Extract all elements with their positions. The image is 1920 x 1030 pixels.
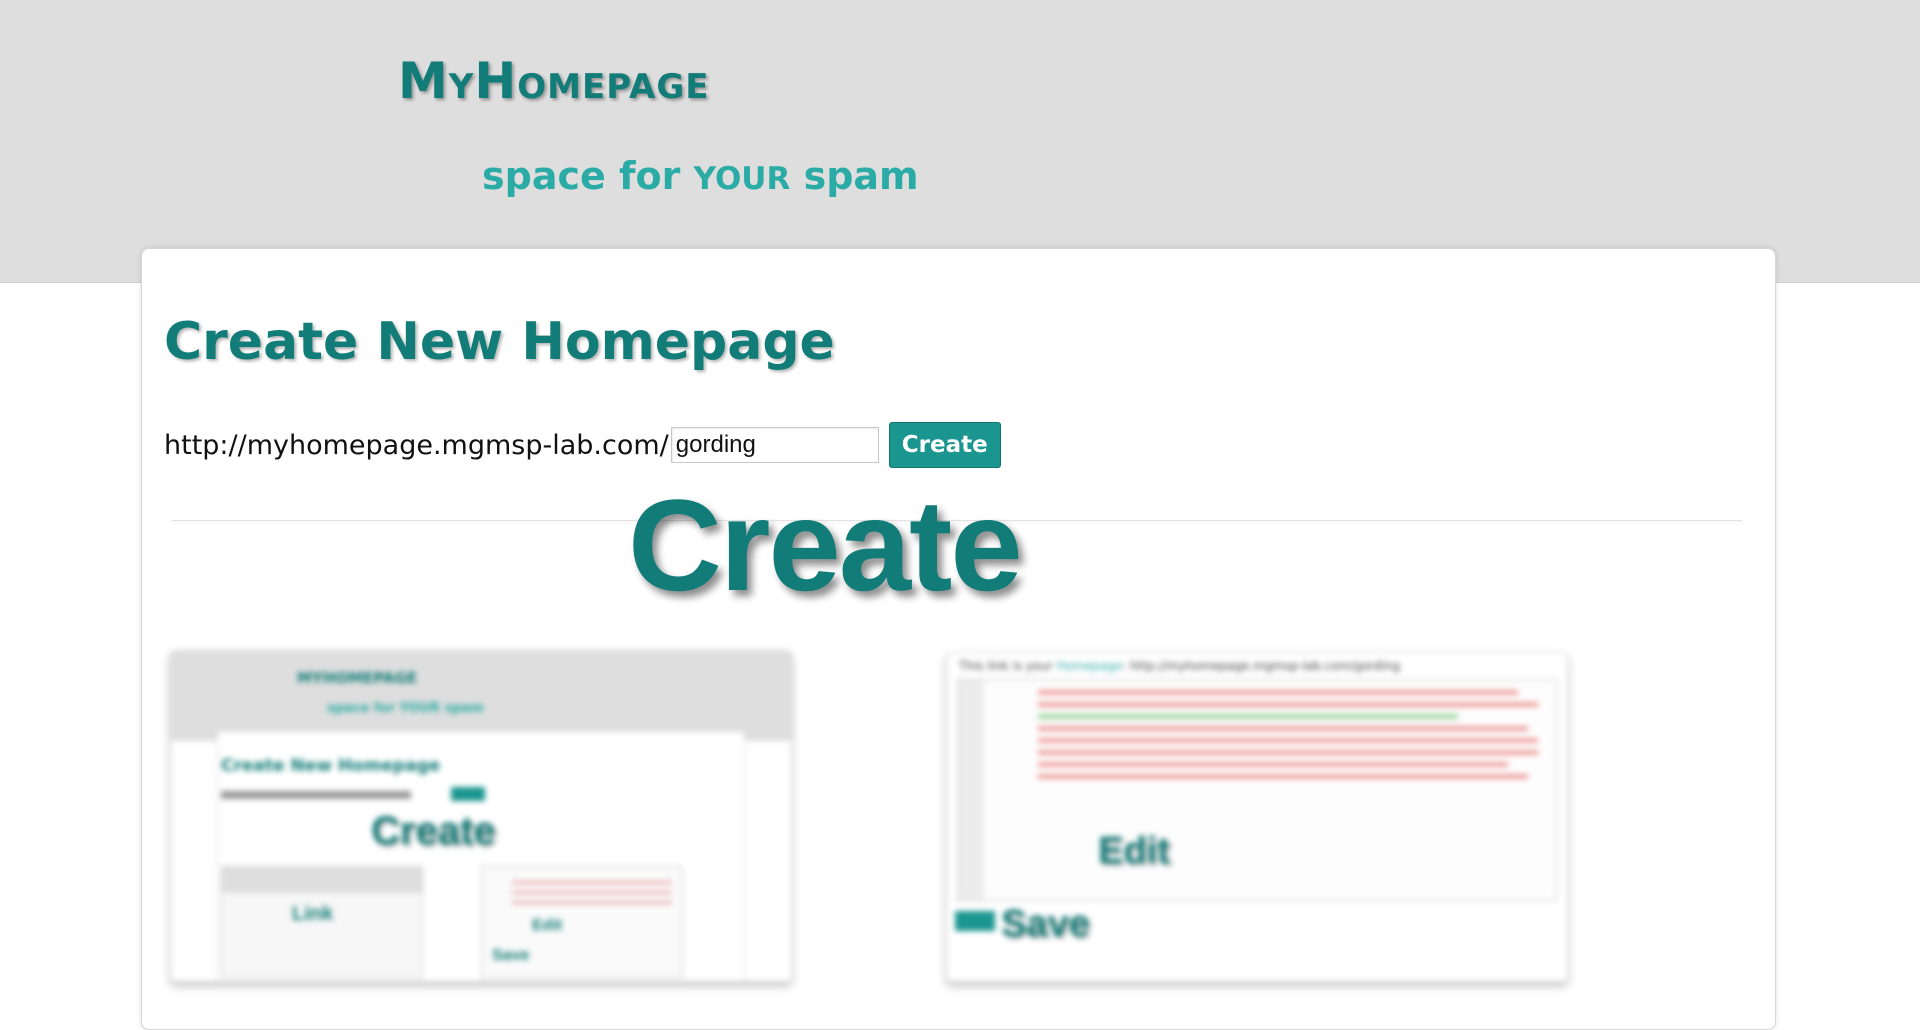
tagline-part-a: space for: [482, 154, 694, 198]
thumb-save-label: Save: [492, 947, 530, 964]
thumb-save-button: [955, 911, 995, 931]
site-tagline: space for YOUR spam: [482, 154, 919, 198]
thumb-heading: Create New Homepage: [221, 756, 441, 776]
thumb-sub-header: [222, 867, 422, 893]
code-editor: Edit: [957, 679, 1557, 901]
editor-gutter: [958, 680, 984, 900]
thumb-create-label: Create: [371, 809, 496, 853]
tagline-part-b: spam: [790, 154, 919, 198]
thumb-url-line: [221, 791, 411, 799]
create-preview-thumbnail: MYHOMEPAGE space for YOUR spam Create Ne…: [170, 650, 792, 982]
code-line: [1038, 774, 1528, 779]
thumb-sub-preview-edit: Edit Save: [481, 866, 683, 978]
thumb-edit-label: Edit: [532, 917, 563, 934]
code-line: [1038, 726, 1528, 731]
site-title-initial-h: H: [474, 52, 518, 110]
preview-area: MYHOMEPAGE space for YOUR spam Create Ne…: [130, 594, 1780, 1007]
homepage-name-input[interactable]: [670, 427, 879, 463]
site-title[interactable]: MYHOMEPAGE: [398, 52, 709, 110]
thumb-code-line: [512, 901, 672, 904]
edit-label: Edit: [1098, 830, 1170, 872]
thumb-code-line: [512, 891, 672, 894]
thumb-link-label: Link: [292, 903, 334, 925]
homepage-link-text: This link is your Homepage: http://myhom…: [959, 659, 1400, 673]
code-line: [1038, 750, 1538, 755]
site-title-initial-m: M: [398, 52, 449, 110]
save-label: Save: [1001, 903, 1090, 945]
site-title-part-omepage: OMEPAGE: [517, 67, 710, 107]
thumb-site-title: MYHOMEPAGE: [297, 669, 418, 687]
code-line: [1038, 690, 1518, 695]
thumb-header: [171, 651, 791, 741]
code-line: [1038, 738, 1538, 743]
code-line: [1038, 714, 1458, 719]
homepage-link: Homepage: [1056, 659, 1122, 673]
link-text-a: This link is your: [959, 659, 1057, 673]
thumb-code-line: [512, 881, 672, 884]
code-line: [1038, 762, 1508, 767]
thumb-create-button: [451, 787, 485, 801]
code-line: [1038, 702, 1538, 707]
url-prefix: http://myhomepage.mgmsp-lab.com/: [164, 429, 669, 461]
thumb-sub-preview-link: Link: [221, 866, 423, 978]
page-title: Create New Homepage: [164, 312, 835, 372]
site-title-part-y: Y: [448, 67, 475, 107]
link-text-b: : http://myhomepage.mgmsp-lab.com/gordin…: [1122, 659, 1401, 673]
create-homepage-form: http://myhomepage.mgmsp-lab.com/ Create: [164, 422, 1001, 468]
create-button[interactable]: Create: [888, 422, 1001, 468]
edit-preview-thumbnail: This link is your Homepage: http://myhom…: [946, 652, 1568, 982]
tagline-caps: YOUR: [693, 161, 791, 197]
thumb-tagline: space for YOUR spam: [327, 701, 484, 716]
site-header: MYHOMEPAGE space for YOUR spam: [0, 0, 1920, 283]
